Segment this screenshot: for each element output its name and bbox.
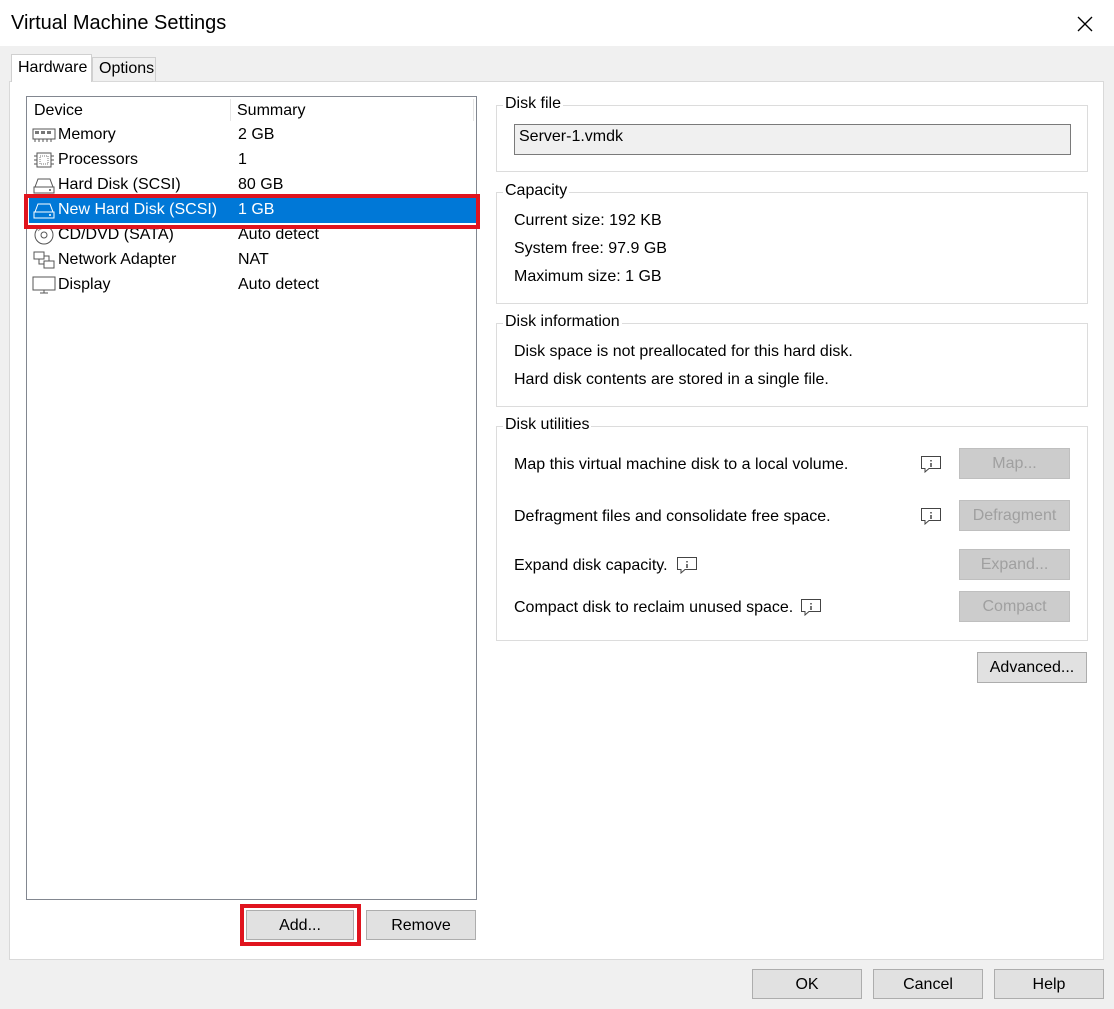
compact-button[interactable]: Compact	[959, 591, 1070, 622]
column-header-device[interactable]: Device	[34, 102, 83, 120]
current-size-text: Current size: 192 KB	[514, 212, 662, 229]
hard-disk-icon	[33, 178, 55, 194]
device-summary: 80 GB	[238, 176, 284, 193]
title-bar: Virtual Machine Settings	[0, 0, 1114, 46]
info-icon[interactable]	[920, 455, 942, 473]
help-button[interactable]: Help	[994, 969, 1104, 999]
hard-disk-icon	[33, 203, 55, 219]
device-summary: Auto detect	[238, 276, 319, 293]
processor-icon	[34, 152, 54, 168]
disk-information-group: Disk information Disk space is not preal…	[496, 313, 1088, 407]
defragment-button[interactable]: Defragment	[959, 500, 1070, 531]
advanced-button[interactable]: Advanced...	[977, 652, 1087, 683]
defragment-description: Defragment files and consolidate free sp…	[514, 508, 831, 525]
memory-icon	[32, 128, 56, 142]
device-row-processors[interactable]: Processors 1	[29, 148, 476, 173]
info-icon[interactable]	[920, 507, 942, 525]
group-title: Disk file	[503, 95, 564, 113]
device-summary: 1 GB	[238, 201, 275, 218]
device-row-new-hard-disk[interactable]: New Hard Disk (SCSI) 1 GB	[29, 198, 476, 223]
compact-description: Compact disk to reclaim unused space.	[514, 599, 794, 616]
display-icon	[32, 276, 56, 294]
device-name: Memory	[58, 126, 116, 143]
device-name: Display	[58, 276, 111, 293]
info-icon[interactable]	[800, 598, 822, 616]
expand-button[interactable]: Expand...	[959, 549, 1070, 580]
close-icon	[1077, 16, 1093, 32]
network-adapter-icon	[33, 251, 55, 269]
device-row-display[interactable]: Display Auto detect	[29, 273, 476, 298]
device-row-hard-disk[interactable]: Hard Disk (SCSI) 80 GB	[29, 173, 476, 198]
device-row-memory[interactable]: Memory 2 GB	[29, 123, 476, 148]
device-summary: 2 GB	[238, 126, 275, 143]
device-summary: Auto detect	[238, 226, 319, 243]
device-name: Hard Disk (SCSI)	[58, 176, 181, 193]
group-title: Disk utilities	[503, 416, 592, 434]
column-divider[interactable]	[230, 99, 231, 121]
map-description: Map this virtual machine disk to a local…	[514, 456, 849, 473]
maximum-size-text: Maximum size: 1 GB	[514, 268, 662, 285]
device-row-network-adapter[interactable]: Network Adapter NAT	[29, 248, 476, 273]
list-header: Device Summary	[27, 97, 476, 123]
group-title: Disk information	[503, 313, 622, 331]
map-button[interactable]: Map...	[959, 448, 1070, 479]
device-name: New Hard Disk (SCSI)	[58, 201, 218, 218]
device-summary: 1	[238, 151, 247, 168]
remove-button[interactable]: Remove	[366, 910, 476, 940]
disk-utilities-group: Disk utilities Map this virtual machine …	[496, 416, 1088, 641]
disk-info-line: Hard disk contents are stored in a singl…	[514, 371, 829, 388]
expand-description: Expand disk capacity.	[514, 557, 668, 574]
device-row-cd-dvd[interactable]: CD/DVD (SATA) Auto detect	[29, 223, 476, 248]
device-summary: NAT	[238, 251, 269, 268]
device-list[interactable]: Device Summary Memory 2 GB Processors 1 …	[26, 96, 477, 900]
cancel-button[interactable]: Cancel	[873, 969, 983, 999]
close-button[interactable]	[1070, 9, 1100, 39]
window-title: Virtual Machine Settings	[11, 12, 227, 34]
disk-file-group: Disk file Server-1.vmdk	[496, 95, 1088, 172]
device-name: CD/DVD (SATA)	[58, 226, 174, 243]
info-icon[interactable]	[676, 556, 698, 574]
column-header-summary[interactable]: Summary	[237, 102, 305, 120]
disk-file-field[interactable]: Server-1.vmdk	[514, 124, 1071, 155]
capacity-group: Capacity Current size: 192 KB System fre…	[496, 182, 1088, 304]
system-free-text: System free: 97.9 GB	[514, 240, 667, 257]
device-name: Network Adapter	[58, 251, 177, 268]
tab-hardware[interactable]: Hardware	[11, 54, 92, 82]
tab-options[interactable]: Options	[92, 57, 156, 82]
group-title: Capacity	[503, 182, 570, 200]
cd-dvd-icon	[34, 225, 54, 245]
ok-button[interactable]: OK	[752, 969, 862, 999]
disk-info-line: Disk space is not preallocated for this …	[514, 343, 853, 360]
device-name: Processors	[58, 151, 139, 168]
column-divider[interactable]	[473, 99, 474, 121]
add-button[interactable]: Add...	[246, 910, 354, 940]
